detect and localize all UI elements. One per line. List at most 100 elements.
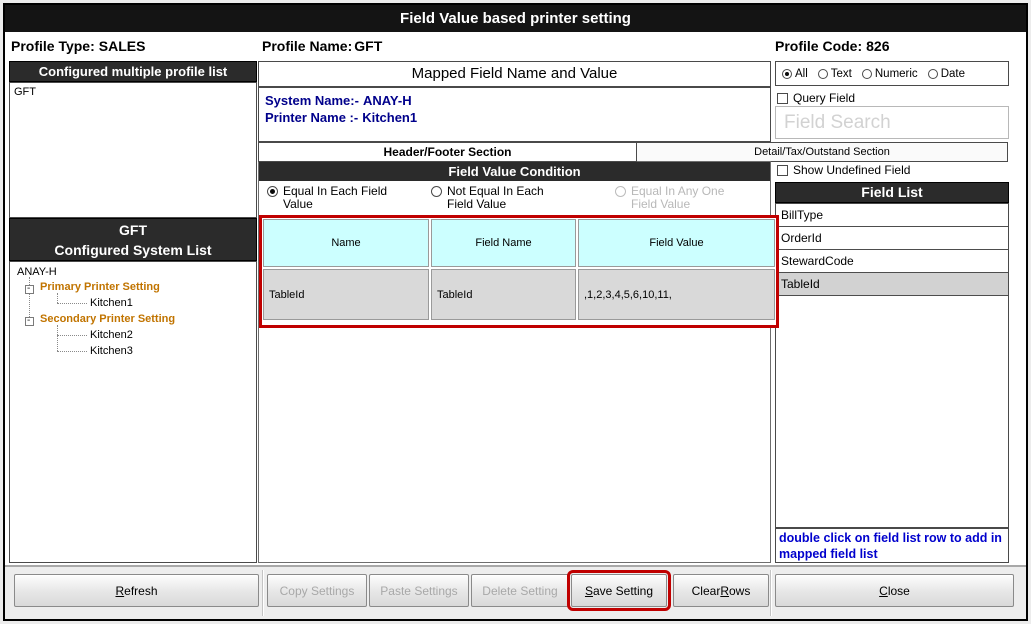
profile-type-label: Profile Type: [11, 38, 95, 54]
checkbox-icon [777, 165, 788, 176]
field-list-item-orderid[interactable]: OrderId [776, 227, 1008, 250]
radio-icon [615, 186, 626, 197]
tree-node-kitchen2[interactable]: Kitchen2 [90, 329, 133, 341]
button-label-part: C [879, 584, 888, 598]
printer-name-value: Kitchen1 [362, 110, 417, 125]
profile-type: Profile Type:SALES [11, 38, 145, 54]
radio-icon [818, 69, 828, 79]
field-list-item-tableid[interactable]: TableId [776, 273, 1008, 296]
mapped-field-header: Mapped Field Name and Value [258, 61, 771, 87]
window-title: Field Value based printer setting [5, 5, 1026, 32]
save-setting-button[interactable]: Save Setting [571, 574, 667, 607]
tree-connector [57, 325, 58, 351]
query-field-checkbox[interactable]: Query Field [777, 91, 855, 105]
query-field-label: Query Field [793, 91, 855, 105]
grid-header-field-value: Field Value [578, 219, 775, 267]
radio-icon [431, 186, 442, 197]
filter-label: Text [831, 68, 852, 80]
radio-icon [782, 69, 792, 79]
field-list: BillType OrderId StewardCode TableId [775, 203, 1009, 528]
system-name-line: System Name:-ANAY-H [265, 92, 764, 109]
grid-cell-field-name[interactable]: TableId [431, 269, 576, 320]
filter-all[interactable]: All [782, 68, 808, 80]
tree-node-kitchen1[interactable]: Kitchen1 [90, 297, 133, 309]
expand-icon[interactable] [25, 285, 34, 294]
profile-code-value: 826 [866, 38, 889, 54]
condition-label: Not Equal In Each Field Value [447, 185, 573, 211]
footer-bar: Refresh Copy Settings Paste Settings Del… [5, 565, 1026, 619]
button-label-part: ows [729, 584, 750, 598]
system-list-title: GFT [10, 220, 256, 240]
button-label-part: Delete Setting [482, 584, 557, 598]
configured-system-tree: ANAY-H Primary Printer Setting Kitchen1 … [9, 261, 257, 563]
system-name-label: System Name:- [265, 93, 359, 108]
paste-settings-button[interactable]: Paste Settings [369, 574, 469, 607]
profile-list-header: Configured multiple profile list [9, 61, 257, 82]
button-label-part: ave Setting [593, 584, 653, 598]
grid-data-row: TableId TableId ,1,2,3,4,5,6,10,11, [263, 269, 775, 320]
tree-connector [57, 303, 87, 304]
button-label-part: lose [888, 584, 910, 598]
condition-label: Equal In Each Field Value [283, 185, 389, 211]
grid-header-row: Name Field Name Field Value [263, 219, 775, 267]
expand-icon[interactable] [25, 317, 34, 326]
grid-header-name: Name [263, 219, 429, 267]
tree-connector [57, 293, 58, 303]
copy-settings-button[interactable]: Copy Settings [267, 574, 367, 607]
system-list-subtitle: Configured System List [10, 240, 256, 260]
show-undefined-field-checkbox[interactable]: Show Undefined Field [777, 163, 910, 177]
button-label-part: Copy Settings [280, 584, 355, 598]
dialog-window: Field Value based printer setting Profil… [3, 3, 1028, 621]
clear-rows-button[interactable]: Clear Rows [673, 574, 769, 607]
footer-divider [770, 570, 772, 616]
filter-date[interactable]: Date [928, 68, 965, 80]
condition-equal-each[interactable]: Equal In Each Field Value [267, 185, 389, 211]
filter-label: All [795, 68, 808, 80]
mapped-field-grid: Name Field Name Field Value TableId Tabl… [263, 219, 775, 324]
delete-setting-button[interactable]: Delete Setting [471, 574, 569, 607]
field-list-item-stewardcode[interactable]: StewardCode [776, 250, 1008, 273]
field-list-item-billtype[interactable]: BillType [776, 204, 1008, 227]
condition-label: Equal In Any One Field Value [631, 185, 753, 211]
mapped-field-grid-highlight: Name Field Name Field Value TableId Tabl… [259, 215, 779, 328]
condition-equal-any-one[interactable]: Equal In Any One Field Value [615, 185, 753, 211]
profile-code: Profile Code:826 [775, 38, 889, 54]
grid-cell-name[interactable]: TableId [263, 269, 429, 320]
tree-node-kitchen3[interactable]: Kitchen3 [90, 345, 133, 357]
footer-divider [262, 570, 264, 616]
printer-name-label: Printer Name :- [265, 110, 358, 125]
radio-icon [928, 69, 938, 79]
grid-cell-field-value[interactable]: ,1,2,3,4,5,6,10,11, [578, 269, 775, 320]
profile-type-value: SALES [99, 38, 146, 54]
profile-name-value: GFT [354, 38, 382, 54]
tab-detail-tax-outstand-section[interactable]: Detail/Tax/Outstand Section [636, 142, 1008, 162]
field-list-hint: double click on field list row to add in… [775, 528, 1009, 563]
tree-node-root[interactable]: ANAY-H [17, 266, 57, 278]
filter-numeric[interactable]: Numeric [862, 68, 918, 80]
system-list-header: GFT Configured System List [9, 218, 257, 261]
profile-list-item[interactable]: GFT [10, 83, 256, 101]
tab-header-footer-section[interactable]: Header/Footer Section [258, 142, 637, 162]
button-label-part: R [720, 584, 729, 598]
profile-name-label: Profile Name: [262, 38, 352, 54]
condition-not-equal-each[interactable]: Not Equal In Each Field Value [431, 185, 573, 211]
radio-icon [267, 186, 278, 197]
refresh-button[interactable]: Refresh [14, 574, 259, 607]
tree-connector [57, 335, 87, 336]
button-label-part: R [115, 584, 124, 598]
filter-label: Numeric [875, 68, 918, 80]
tree-node-secondary-printer[interactable]: Secondary Printer Setting [40, 313, 175, 325]
condition-header: Field Value Condition [259, 162, 770, 181]
field-type-filter: All Text Numeric Date [775, 61, 1009, 86]
field-search-input[interactable] [775, 106, 1009, 139]
button-label-part: efresh [124, 584, 157, 598]
checkbox-icon [777, 93, 788, 104]
field-list-header: Field List [775, 182, 1009, 203]
tree-node-primary-printer[interactable]: Primary Printer Setting [40, 281, 160, 293]
profile-code-label: Profile Code: [775, 38, 862, 54]
filter-text[interactable]: Text [818, 68, 852, 80]
grid-header-field-name: Field Name [431, 219, 576, 267]
close-button[interactable]: Close [775, 574, 1014, 607]
filter-label: Date [941, 68, 965, 80]
profile-list: GFT [9, 82, 257, 218]
